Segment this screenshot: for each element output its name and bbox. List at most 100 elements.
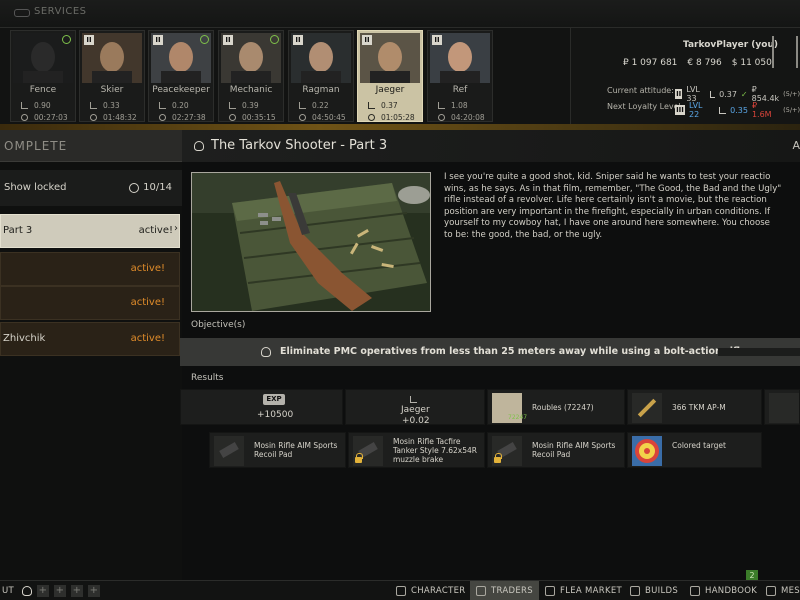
check-circle-icon xyxy=(129,182,140,193)
trader-rep: 0.37 xyxy=(368,101,398,110)
trader-card-peacekeeper[interactable]: II Peacekeeper 0.20 02:27:38 xyxy=(148,30,214,122)
trader-level-badge: II xyxy=(432,35,442,45)
reward-roubles[interactable]: 72247 Roubles (72247) xyxy=(487,389,625,425)
loyalty-rep: 0.35 xyxy=(730,105,748,115)
trader-timer: 04:50:45 xyxy=(299,113,346,122)
check-icon xyxy=(62,35,71,44)
trader-name: Fence xyxy=(29,85,57,95)
quick-slots: + + + + xyxy=(22,581,100,600)
check-icon xyxy=(200,35,209,44)
add-slot-button[interactable]: + xyxy=(71,585,83,597)
objective-text: Eliminate PMC operatives from less than … xyxy=(280,346,747,357)
nav-handbook-label: HANDBOOK xyxy=(705,586,758,596)
trader-name: Jaeger xyxy=(375,85,405,95)
quest-image xyxy=(191,172,431,312)
add-slot-button[interactable]: + xyxy=(54,585,66,597)
trader-card-skier[interactable]: II Skier 0.33 01:48:32 xyxy=(79,30,145,122)
roubles-balance: ₽ 1 097 681 xyxy=(623,58,678,68)
nav-character[interactable]: CHARACTER xyxy=(396,581,465,600)
trader-level-badge: II xyxy=(153,35,163,45)
clock-icon xyxy=(438,114,445,121)
trader-portraits: Fence 0.90 00:27:03 II Skier 0.33 01:48:32 II Pe… xyxy=(0,28,570,124)
trader-level-badge: II xyxy=(223,35,233,45)
reward-item-label: Mosin Rifle AIM Sports Recoil Pad xyxy=(532,441,616,459)
quest-description: I see you're quite a good shot, kid. Sni… xyxy=(444,172,782,240)
trader-rep: 0.90 xyxy=(21,101,51,110)
nav-messenger[interactable]: MESS xyxy=(766,581,800,600)
nav-traders[interactable]: TRADERS xyxy=(470,581,539,600)
trader-card-jaeger[interactable]: II Jaeger 0.37 01:05:28 xyxy=(357,30,423,122)
check-icon xyxy=(270,35,279,44)
complete-tab[interactable]: OMPLETE xyxy=(0,130,182,162)
builds-icon xyxy=(630,586,640,596)
bottom-nav: UT + + + + CHARACTER TRADERS FLEA MARKET… xyxy=(0,580,800,600)
trader-rep: 0.39 xyxy=(229,101,259,110)
quest-status: active! xyxy=(138,225,173,236)
nav-builds[interactable]: BUILDS xyxy=(630,581,678,600)
clock-icon xyxy=(229,114,236,121)
trader-level-badge: II xyxy=(362,35,372,45)
reward-reputation[interactable]: Jaeger +0.02 xyxy=(345,389,485,426)
show-locked-toggle[interactable]: Show locked 10/14 xyxy=(0,170,182,206)
reward-ammo[interactable]: 366 TKM AP-M xyxy=(627,389,762,425)
quest-list-item[interactable]: active! xyxy=(0,252,180,286)
quest-list-item[interactable]: Zhivchik active! xyxy=(0,322,180,356)
rifle-on-crate-illustration xyxy=(192,173,430,311)
reward-item[interactable]: Mosin Rifle AIM Sports Recoil Pad xyxy=(487,432,625,468)
trader-card-fence[interactable]: Fence 0.90 00:27:03 xyxy=(10,30,76,122)
traders-icon xyxy=(476,586,486,596)
reward-item[interactable]: Mosin Rifle AIM Sports Recoil Pad xyxy=(209,432,346,468)
reward-item[interactable]: Colored target xyxy=(627,432,762,468)
services-tab[interactable]: SERVICES xyxy=(14,6,87,17)
rep-icon xyxy=(410,396,417,403)
trader-name: Mechanic xyxy=(229,85,273,95)
quest-list-item[interactable]: active! xyxy=(0,286,180,320)
nav-handbook[interactable]: HANDBOOK xyxy=(690,581,757,600)
trader-level-badge: II xyxy=(293,35,303,45)
trader-card-ref[interactable]: II Ref 1.08 04:20:08 xyxy=(427,30,493,122)
trader-rep: 1.08 xyxy=(438,101,468,110)
services-icon xyxy=(14,7,30,17)
nav-builds-label: BUILDS xyxy=(645,586,679,596)
skull-icon xyxy=(261,347,271,357)
trader-timer: 00:27:03 xyxy=(21,113,68,122)
quest-list-item[interactable]: Part 3 active! › xyxy=(0,214,180,248)
quest-details: The Tarkov Shooter - Part 3 A I see you'… xyxy=(180,130,800,580)
trader-name: Peacekeeper xyxy=(152,85,210,95)
rep-icon xyxy=(719,106,727,114)
item-icon xyxy=(769,393,799,423)
dollars-balance: $ 11 050 xyxy=(731,58,772,68)
next-loyalty-values: III LVL 22 0.35 ₽ 1.6M (5/+) xyxy=(675,101,800,119)
objectives-label: Objective(s) xyxy=(191,320,246,330)
quest-status: active! xyxy=(130,297,165,308)
reward-exp[interactable]: EXP +10500 xyxy=(180,389,343,425)
attitude-money-sub: (5/+) xyxy=(783,90,800,98)
nav-flea-market-label: FLEA MARKET xyxy=(560,586,623,596)
reward-item[interactable]: Mosin Rifle Tacfire Tanker Style 7.62x54… xyxy=(348,432,485,468)
item-icon xyxy=(214,436,244,466)
rep-icon xyxy=(368,102,375,109)
reward-next[interactable] xyxy=(764,389,800,425)
clock-icon xyxy=(159,114,166,121)
trader-timer: 04:20:08 xyxy=(438,113,485,122)
clock-icon xyxy=(299,114,306,121)
nav-flea-market[interactable]: FLEA MARKET xyxy=(545,581,622,600)
exit-button[interactable]: UT xyxy=(2,581,14,600)
rep-icon xyxy=(90,102,97,109)
loyalty-money: ₽ 1.6M xyxy=(751,101,772,119)
quest-title: The Tarkov Shooter - Part 3 xyxy=(211,138,388,153)
clock-icon xyxy=(90,114,97,121)
trader-card-ragman[interactable]: II Ragman 0.22 04:50:45 xyxy=(288,30,354,122)
rep-icon xyxy=(299,102,306,109)
rep-trader: Jaeger xyxy=(401,405,430,415)
trader-logo-icon xyxy=(772,36,798,68)
trader-level-badge: II xyxy=(84,35,94,45)
trader-card-mechanic[interactable]: II Mechanic 0.39 00:35:15 xyxy=(218,30,284,122)
add-slot-button[interactable]: + xyxy=(37,585,49,597)
player-panel: TarkovPlayer (you) ₽ 1 097 681 € 8 796 $… xyxy=(570,28,800,124)
add-slot-button[interactable]: + xyxy=(88,585,100,597)
lock-icon xyxy=(355,453,363,463)
trader-rep: 0.22 xyxy=(299,101,329,110)
quest-header: The Tarkov Shooter - Part 3 A xyxy=(182,130,800,162)
loyalty-money-sub: (5/+) xyxy=(783,106,800,114)
